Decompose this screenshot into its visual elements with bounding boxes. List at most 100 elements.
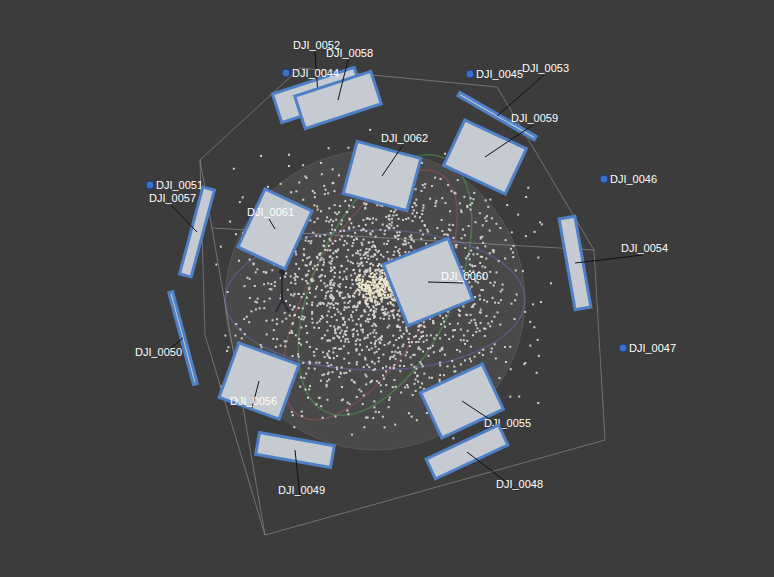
cloud-point — [360, 229, 362, 231]
cloud-point — [441, 347, 443, 349]
cloud-point — [381, 288, 383, 290]
cloud-point — [372, 222, 374, 224]
camera[interactable]: DJI_0059 — [444, 112, 558, 194]
cloud-point — [331, 260, 333, 262]
cloud-point — [550, 282, 552, 284]
cloud-point — [375, 296, 377, 298]
cloud-point — [298, 181, 300, 183]
unaligned-camera-icon[interactable] — [282, 69, 290, 77]
cloud-point — [361, 262, 363, 264]
cloud-point — [329, 249, 331, 251]
camera[interactable]: DJI_0058 — [295, 47, 382, 129]
cloud-point — [381, 309, 383, 311]
cloud-point — [381, 279, 383, 281]
cloud-point — [359, 254, 361, 256]
cloud-point — [269, 298, 271, 300]
cloud-point — [419, 386, 421, 388]
cloud-point — [355, 343, 357, 345]
cloud-point — [421, 383, 423, 385]
cloud-point — [396, 314, 398, 316]
cloud-point — [305, 373, 307, 375]
cloud-point — [439, 379, 441, 381]
cloud-point — [334, 229, 336, 231]
cloud-point — [376, 285, 378, 287]
cloud-point — [348, 341, 350, 343]
cloud-point — [407, 217, 409, 219]
cloud-point — [379, 287, 381, 289]
cloud-point — [361, 289, 363, 291]
cloud-point — [295, 263, 297, 265]
label-leader — [497, 75, 544, 116]
cloud-point — [426, 339, 428, 341]
cloud-point — [341, 330, 343, 332]
cloud-point — [449, 229, 451, 231]
cloud-point — [480, 289, 482, 291]
cloud-point — [356, 396, 358, 398]
cloud-point — [470, 346, 472, 348]
cloud-point — [396, 231, 398, 233]
cloud-point — [502, 284, 504, 286]
cloud-point — [402, 321, 404, 323]
cloud-point — [470, 360, 472, 362]
cloud-point — [265, 271, 267, 273]
camera-label[interactable]: DJI_0045 — [476, 68, 523, 80]
cloud-point — [433, 351, 435, 353]
camera-label[interactable]: DJI_0053 — [522, 62, 569, 74]
cloud-point — [314, 368, 316, 370]
cloud-point — [398, 319, 400, 321]
cloud-point — [510, 368, 512, 370]
cloud-point — [303, 377, 305, 379]
camera-label[interactable]: DJI_0058 — [326, 47, 373, 59]
cloud-point — [411, 341, 413, 343]
cloud-point — [524, 311, 526, 313]
cloud-point — [364, 257, 366, 259]
cloud-point — [291, 330, 293, 332]
cloud-point — [392, 304, 394, 306]
cloud-point — [343, 358, 345, 360]
cloud-point — [387, 258, 389, 260]
cloud-point — [522, 270, 524, 272]
cloud-point — [493, 316, 495, 318]
cloud-point — [263, 283, 265, 285]
cloud-point — [338, 376, 340, 378]
cloud-point — [372, 417, 374, 419]
camera[interactable]: DJI_0045 — [466, 68, 523, 80]
cloud-point — [320, 162, 322, 164]
cloud-point — [266, 333, 268, 335]
camera[interactable]: DJI_0044 — [282, 67, 339, 79]
cloud-point — [330, 270, 332, 272]
cloud-point — [379, 342, 381, 344]
camera-label[interactable]: DJI_0044 — [292, 67, 339, 79]
cloud-point — [484, 217, 486, 219]
cloud-point — [373, 329, 375, 331]
cloud-point — [346, 211, 348, 213]
cloud-point — [388, 227, 390, 229]
cloud-point — [287, 289, 289, 291]
cloud-point — [398, 337, 400, 339]
cloud-point — [369, 267, 371, 269]
unaligned-camera-icon[interactable] — [466, 70, 474, 78]
cloud-point — [319, 320, 321, 322]
cloud-point — [375, 340, 377, 342]
cloud-point — [314, 296, 316, 298]
cloud-point — [422, 335, 424, 337]
cloud-point — [395, 236, 397, 238]
3d-viewport[interactable]: DJI_0052DJI_0058DJI_0044DJI_0045DJI_0053… — [0, 0, 774, 577]
cloud-point — [443, 374, 445, 376]
cloud-point — [367, 281, 369, 283]
cloud-point — [369, 288, 371, 290]
cloud-point — [418, 346, 420, 348]
cloud-point — [229, 221, 231, 223]
cloud-point — [393, 304, 395, 306]
cloud-point — [421, 363, 423, 365]
cloud-point — [290, 282, 292, 284]
cloud-point — [512, 256, 514, 258]
cloud-point — [512, 252, 514, 254]
cloud-point — [309, 361, 311, 363]
cloud-point — [411, 237, 413, 239]
scene[interactable]: DJI_0052DJI_0058DJI_0044DJI_0045DJI_0053… — [0, 0, 774, 577]
cloud-point — [327, 354, 329, 356]
cloud-point — [354, 232, 356, 234]
cloud-point — [368, 275, 370, 277]
cloud-point — [300, 376, 302, 378]
